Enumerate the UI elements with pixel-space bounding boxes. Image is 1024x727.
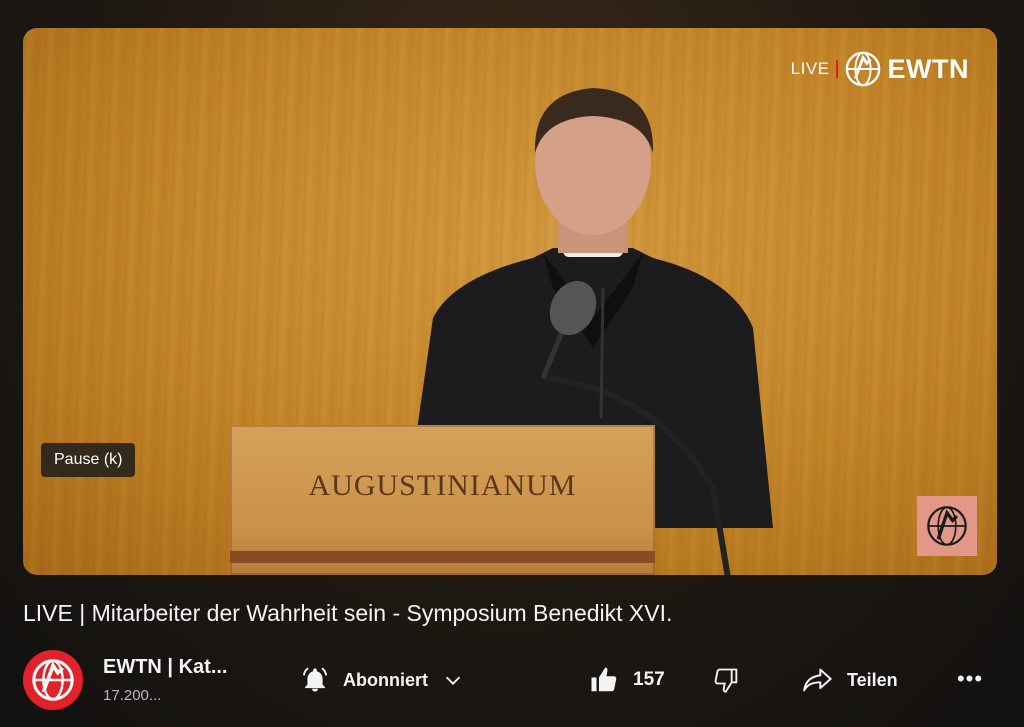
dislike-button[interactable] (713, 666, 741, 694)
video-title: LIVE | Mitarbeiter der Wahrheit sein - S… (23, 600, 673, 626)
ewtn-brand: EWTN (887, 53, 969, 84)
channel-row: EWTN | Kat... 17.200... Abonniert 157 Te… (23, 650, 1003, 710)
chevron-down-icon (445, 676, 461, 685)
corner-watermark-globe-icon (917, 496, 977, 556)
subscriber-count: 17.200... (103, 687, 162, 704)
podium-stripe (230, 551, 655, 563)
bell-icon (302, 667, 328, 692)
globe-avatar-icon (32, 659, 74, 701)
share-label: Teilen (847, 669, 898, 690)
subscribed-label: Abonniert (343, 669, 428, 690)
like-count[interactable]: 157 (633, 669, 665, 691)
globe-watermark-icon (927, 506, 967, 546)
thumbs-up-icon[interactable] (589, 665, 619, 695)
podium: AUGUSTINIANUM (230, 425, 655, 575)
thumbs-down-icon (714, 668, 737, 693)
subscribed-button[interactable]: Abonniert (301, 660, 464, 700)
pause-tooltip: Pause (k) (41, 443, 136, 477)
like-dislike-group: 157 (589, 660, 741, 700)
live-label: LIVE (790, 59, 830, 78)
video-player[interactable]: LIVE EWTN Pause (k) AUGUSTINIANUM (23, 28, 997, 575)
podium-text: AUGUSTINIANUM (308, 469, 577, 502)
channel-name[interactable]: EWTN | Kat... (103, 656, 227, 679)
ewtn-live-logo: LIVE EWTN (791, 50, 969, 88)
more-options-icon[interactable]: ••• (955, 664, 985, 694)
globe-icon (845, 51, 880, 87)
share-button[interactable]: Teilen (803, 660, 898, 700)
live-divider (835, 60, 838, 78)
channel-avatar[interactable] (23, 650, 83, 710)
share-arrow-icon (803, 668, 832, 692)
